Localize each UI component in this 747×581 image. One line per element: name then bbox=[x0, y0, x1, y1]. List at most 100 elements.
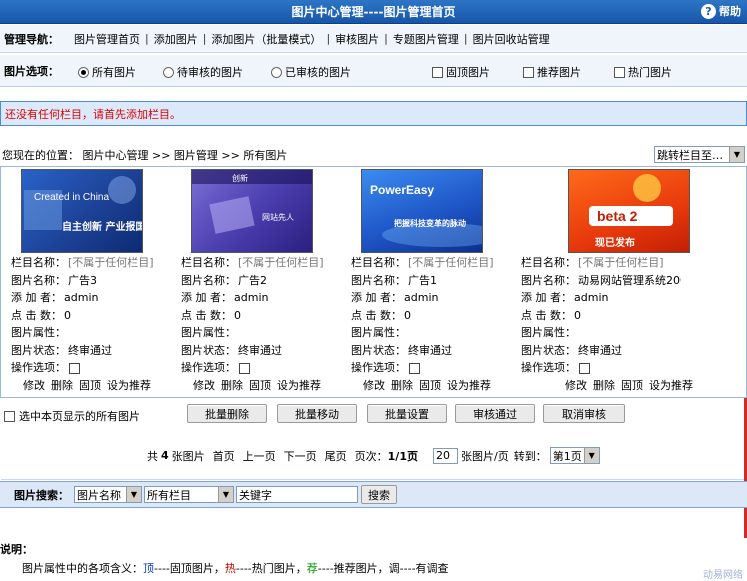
edit-link[interactable]: 修改 bbox=[193, 379, 215, 392]
meta-label: 点 击 数： bbox=[181, 308, 232, 322]
image-search-bar: 图片搜索： 图片名称 ▼ 所有栏目 ▼ 关键字 搜索 bbox=[0, 481, 747, 508]
first-page-link[interactable]: 首页 bbox=[213, 448, 235, 464]
nav-separator: | bbox=[463, 32, 468, 45]
radio-selected-icon bbox=[78, 66, 89, 78]
check-pinned[interactable]: 固顶图片 bbox=[432, 64, 490, 80]
image-thumbnail[interactable]: Created in China 自主创新 产业报国 bbox=[21, 169, 143, 253]
pin-link[interactable]: 固顶 bbox=[621, 379, 643, 392]
total-count: 4 bbox=[161, 449, 169, 462]
approve-button[interactable]: 审核通过 bbox=[455, 404, 535, 423]
pagination: 共 4 张图片 首页 上一页 下一页 尾页 页次： 1/1页 20 张图片/页 … bbox=[147, 447, 600, 464]
edit-link[interactable]: 修改 bbox=[23, 379, 45, 392]
nav-link-recycle[interactable]: 图片回收站管理 bbox=[473, 31, 550, 47]
pin-link[interactable]: 固顶 bbox=[79, 379, 101, 392]
meta-column: [不属于任何栏目] bbox=[578, 256, 664, 269]
recommend-link[interactable]: 设为推荐 bbox=[447, 379, 491, 392]
meta-label: 操作选项： bbox=[351, 361, 406, 374]
delete-link[interactable]: 删除 bbox=[221, 379, 243, 392]
row-divider bbox=[1, 479, 747, 480]
delete-link[interactable]: 删除 bbox=[593, 379, 615, 392]
cancel-approval-button[interactable]: 取消审核 bbox=[543, 404, 625, 423]
meta-label: 操作选项： bbox=[521, 361, 576, 374]
watermark: 动易网络 bbox=[703, 570, 743, 581]
batch-delete-button[interactable]: 批量删除 bbox=[187, 404, 267, 423]
legend-pinned-text: ----固顶图片， bbox=[154, 562, 225, 575]
recommend-link[interactable]: 设为推荐 bbox=[649, 379, 693, 392]
total-prefix: 共 bbox=[147, 449, 158, 463]
nav-separator: | bbox=[326, 32, 331, 45]
check-hot[interactable]: 热门图片 bbox=[614, 64, 672, 80]
image-card: 创新 网站先人 栏目名称： [不属于任何栏目] 图片名称： 广告2 添 加 者： ad… bbox=[171, 167, 341, 397]
search-column-value: 所有栏目 bbox=[147, 488, 191, 502]
image-meta: 栏目名称： [不属于任何栏目] 图片名称： 广告1 添 加 者： admin 点 击 … bbox=[351, 254, 511, 377]
batch-move-button[interactable]: 批量移动 bbox=[277, 404, 357, 423]
search-column-select[interactable]: 所有栏目 ▼ bbox=[144, 486, 234, 503]
legend-recommend-key: 荐 bbox=[306, 562, 318, 575]
last-page-link[interactable]: 尾页 bbox=[325, 448, 347, 464]
edit-link[interactable]: 修改 bbox=[565, 379, 587, 392]
select-checkbox[interactable] bbox=[239, 362, 250, 374]
image-thumbnail[interactable]: PowerEasy 把握科技变革的脉动 bbox=[361, 169, 483, 253]
card-actions: 修改 删除 固顶 设为推荐 bbox=[193, 377, 327, 393]
prev-page-link[interactable]: 上一页 bbox=[243, 448, 276, 464]
meta-name: 广告2 bbox=[238, 273, 267, 287]
meta-label: 栏目名称： bbox=[521, 256, 576, 269]
meta-name: 广告1 bbox=[408, 273, 437, 287]
image-card: PowerEasy 把握科技变革的脉动 栏目名称： [不属于任何栏目] 图片名称：… bbox=[341, 167, 511, 397]
radio-all-images[interactable]: 所有图片 bbox=[78, 64, 136, 80]
image-card: beta 2 现已发布 栏目名称： [不属于任何栏目] 图片名称： 动易网站管理系统… bbox=[511, 167, 693, 397]
pin-link[interactable]: 固顶 bbox=[419, 379, 441, 392]
nav-link-review[interactable]: 审核图片 bbox=[335, 31, 379, 47]
select-all-checkbox[interactable]: 选中本页显示的所有图片 bbox=[4, 408, 140, 424]
batch-settings-button[interactable]: 批量设置 bbox=[367, 404, 447, 423]
next-page-link[interactable]: 下一页 bbox=[284, 448, 317, 464]
checkbox-label: 固顶图片 bbox=[446, 66, 490, 79]
help-button[interactable]: ? 帮助 bbox=[701, 3, 741, 19]
meta-label: 图片属性： bbox=[11, 326, 66, 339]
select-checkbox[interactable] bbox=[579, 362, 590, 374]
checkbox-icon bbox=[523, 66, 534, 78]
nav-link-home[interactable]: 图片管理首页 bbox=[74, 31, 140, 47]
image-thumbnail[interactable]: 创新 网站先人 bbox=[191, 169, 313, 253]
search-button[interactable]: 搜索 bbox=[361, 485, 397, 504]
edit-link[interactable]: 修改 bbox=[363, 379, 385, 392]
delete-link[interactable]: 删除 bbox=[51, 379, 73, 392]
goto-page-select[interactable]: 第1页 ▼ bbox=[549, 447, 600, 464]
nav-link-topic[interactable]: 专题图片管理 bbox=[393, 31, 459, 47]
select-checkbox[interactable] bbox=[409, 362, 420, 374]
select-checkbox[interactable] bbox=[69, 362, 80, 374]
radio-pending-images[interactable]: 待审核的图片 bbox=[163, 64, 243, 80]
image-thumbnail[interactable]: beta 2 现已发布 bbox=[568, 169, 690, 253]
goto-label: 转到： bbox=[513, 449, 547, 463]
recommend-link[interactable]: 设为推荐 bbox=[107, 379, 151, 392]
radio-approved-images[interactable]: 已审核的图片 bbox=[271, 64, 351, 80]
meta-adder: admin bbox=[574, 291, 609, 304]
help-label: 帮助 bbox=[719, 5, 741, 18]
meta-column: [不属于任何栏目] bbox=[238, 256, 324, 269]
meta-label: 操作选项： bbox=[11, 361, 66, 374]
check-recommended[interactable]: 推荐图片 bbox=[523, 64, 581, 80]
svg-text:Created in China: Created in China bbox=[34, 192, 109, 203]
checkbox-icon bbox=[4, 410, 15, 422]
recommend-link[interactable]: 设为推荐 bbox=[277, 379, 321, 392]
nav-link-add-batch[interactable]: 添加图片（批量模式） bbox=[211, 31, 321, 47]
image-meta: 栏目名称：[不属于任何栏目] 图片名称：动易网站管理系统2006测试版 添 加 … bbox=[521, 254, 681, 377]
meta-label: 图片名称： bbox=[11, 273, 66, 287]
meta-label: 点 击 数： bbox=[351, 308, 402, 322]
jump-column-value: 跳转栏目至… bbox=[657, 148, 723, 162]
jump-column-select[interactable]: 跳转栏目至… ▼ bbox=[654, 146, 745, 163]
pin-link[interactable]: 固顶 bbox=[249, 379, 271, 392]
legend-hot-text: ----热门图片， bbox=[235, 562, 307, 575]
nav-link-add[interactable]: 添加图片 bbox=[154, 31, 198, 47]
meta-name: 动易网站管理系统2006测试版 bbox=[578, 273, 681, 287]
svg-text:网站先人: 网站先人 bbox=[262, 212, 294, 222]
meta-label: 栏目名称： bbox=[351, 256, 406, 269]
per-page-input[interactable]: 20 bbox=[432, 447, 458, 464]
search-field-select[interactable]: 图片名称 ▼ bbox=[74, 486, 142, 503]
breadcrumb: 您现在的位置： 图片中心管理 >> 图片管理 >> 所有图片 bbox=[2, 149, 288, 162]
image-card: Created in China 自主创新 产业报国 栏目名称： [不属于任何栏目… bbox=[1, 167, 171, 397]
svg-text:现已发布: 现已发布 bbox=[595, 236, 635, 249]
checkbox-label: 热门图片 bbox=[628, 66, 672, 79]
delete-link[interactable]: 删除 bbox=[391, 379, 413, 392]
search-input[interactable]: 关键字 bbox=[236, 486, 358, 503]
